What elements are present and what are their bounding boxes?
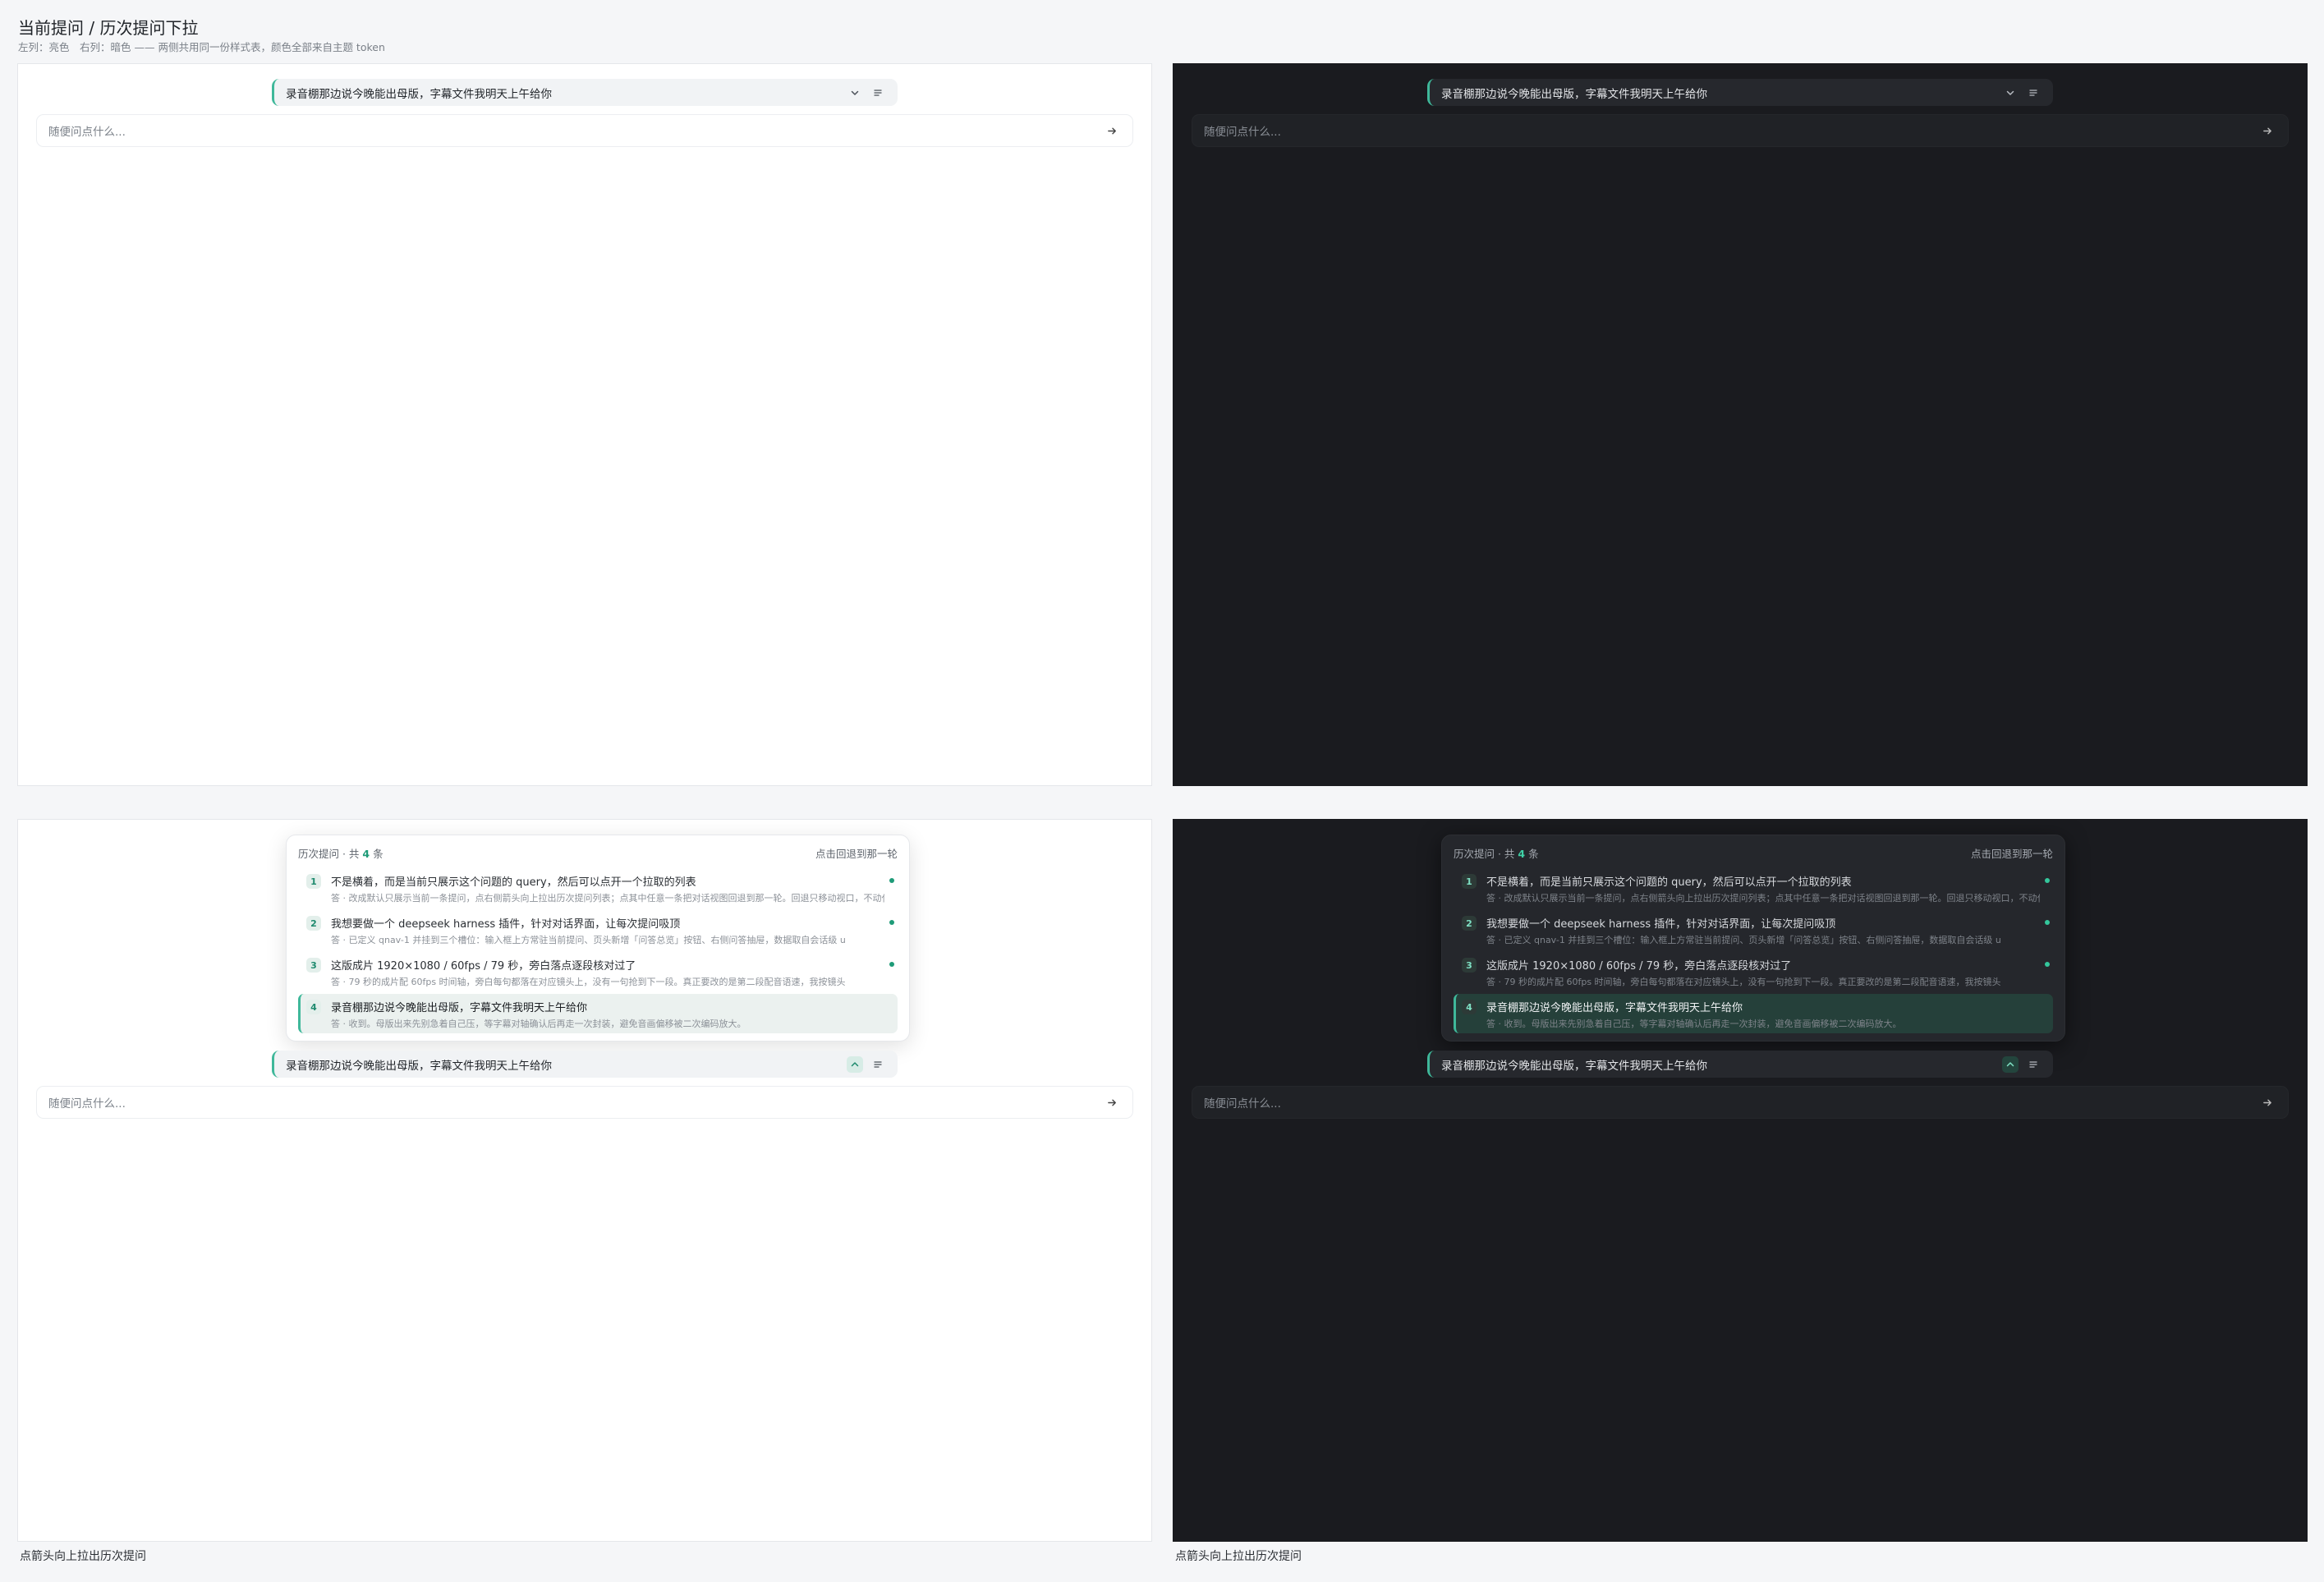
- caption-bottom-left: 点箭头向上拉出历次提问: [20, 1550, 146, 1563]
- list-icon[interactable]: [2025, 85, 2042, 101]
- history-item-question: 我想要做一个 deepseek harness 插件，针对对话界面，让每次提问吸…: [1486, 918, 1836, 931]
- dark-expanded-panel: 历次提问 · 共 4 条 点击回退到那一轮 1 不是横着，而是当前只展示这个问题…: [1173, 819, 2308, 1542]
- history-hint: 点击回退到那一轮: [815, 847, 898, 860]
- history-item-question: 录音棚那边说今晚能出母版，字幕文件我明天上午给你: [1486, 1002, 1743, 1014]
- history-item-answer: 答 · 收到。母版出来先别急着自己压，等字幕对轴确认后再走一次封装，避免音画偏移…: [1486, 1019, 1902, 1029]
- status-dot: [2045, 920, 2050, 925]
- history-item-question: 这版成片 1920×1080 / 60fps / 79 秒，旁白落点逐段核对过了: [1486, 960, 1792, 973]
- chat-input-placeholder: 随便问点什么...: [1204, 1097, 1281, 1111]
- history-dropdown: 历次提问 · 共 4 条 点击回退到那一轮 1 不是横着，而是当前只展示这个问题…: [1441, 835, 2065, 1042]
- current-query-pill[interactable]: 录音棚那边说今晚能出母版，字幕文件我明天上午给你: [272, 79, 898, 106]
- status-dot: [2045, 962, 2050, 967]
- history-item-question: 不是横着，而是当前只展示这个问题的 query，然后可以点开一个拉取的列表: [1486, 876, 1852, 889]
- history-header: 历次提问 · 共 4 条 点击回退到那一轮: [1454, 844, 2053, 862]
- chat-input[interactable]: 随便问点什么...: [36, 114, 1133, 147]
- history-item[interactable]: 3 这版成片 1920×1080 / 60fps / 79 秒，旁白落点逐段核对…: [1454, 952, 2053, 991]
- history-item-question: 不是横着，而是当前只展示这个问题的 query，然后可以点开一个拉取的列表: [331, 876, 696, 889]
- history-item[interactable]: 2 我想要做一个 deepseek harness 插件，针对对话界面，让每次提…: [298, 910, 898, 950]
- history-item-answer: 答 · 已定义 qnav-1 并挂到三个槽位：输入框上方常驻当前提问、页头新增「…: [1486, 935, 2001, 945]
- light-expanded-panel: 历次提问 · 共 4 条 点击回退到那一轮 1 不是横着，而是当前只展示这个问题…: [17, 819, 1152, 1542]
- history-item-answer: 答 · 79 秒的成片配 60fps 时间轴，旁白每句都落在对应镜头上，没有一句…: [331, 977, 846, 987]
- dark-collapsed-panel: 录音棚那边说今晚能出母版，字幕文件我明天上午给你 随便问点什么...: [1173, 63, 2308, 786]
- history-item[interactable]: 1 不是横着，而是当前只展示这个问题的 query，然后可以点开一个拉取的列表 …: [298, 868, 898, 908]
- history-item-number: 2: [1462, 916, 1477, 931]
- chat-input[interactable]: 随便问点什么...: [36, 1086, 1133, 1119]
- history-item-current[interactable]: 4 录音棚那边说今晚能出母版，字幕文件我明天上午给你 答 · 收到。母版出来先别…: [298, 994, 898, 1033]
- history-hint: 点击回退到那一轮: [1970, 847, 2053, 860]
- send-arrow-icon[interactable]: [2258, 122, 2276, 140]
- history-item-answer: 答 · 79 秒的成片配 60fps 时间轴，旁白每句都落在对应镜头上，没有一句…: [1486, 977, 2001, 987]
- history-item-question: 我想要做一个 deepseek harness 插件，针对对话界面，让每次提问吸…: [331, 918, 681, 931]
- chat-input-placeholder: 随便问点什么...: [48, 1097, 126, 1111]
- chevron-up-icon[interactable]: [2002, 1055, 2019, 1073]
- current-query-pill[interactable]: 录音棚那边说今晚能出母版，字幕文件我明天上午给你: [272, 1051, 898, 1078]
- history-item[interactable]: 2 我想要做一个 deepseek harness 插件，针对对话界面，让每次提…: [1454, 910, 2053, 950]
- send-arrow-icon[interactable]: [1103, 1093, 1121, 1111]
- history-item-number: 1: [1462, 874, 1477, 889]
- current-query-text: 录音棚那边说今晚能出母版，字幕文件我明天上午给你: [286, 1059, 552, 1073]
- history-item[interactable]: 3 这版成片 1920×1080 / 60fps / 79 秒，旁白落点逐段核对…: [298, 952, 898, 991]
- list-icon[interactable]: [870, 1056, 886, 1073]
- history-item-number: 4: [1462, 1000, 1477, 1014]
- history-item-answer: 答 · 收到。母版出来先别急着自己压，等字幕对轴确认后再走一次封装，避免音画偏移…: [331, 1019, 746, 1029]
- history-item-number: 1: [306, 874, 321, 889]
- history-title: 历次提问 · 共 4 条: [1454, 847, 1539, 860]
- send-arrow-icon[interactable]: [1103, 122, 1121, 140]
- caption-bottom-right: 点箭头向上拉出历次提问: [1175, 1550, 1302, 1563]
- history-item-number: 3: [1462, 958, 1477, 973]
- status-dot: [889, 878, 894, 883]
- list-icon[interactable]: [2025, 1056, 2042, 1073]
- chat-input[interactable]: 随便问点什么...: [1192, 114, 2289, 147]
- history-count: 4: [362, 847, 370, 860]
- chat-input-placeholder: 随便问点什么...: [1204, 126, 1281, 139]
- current-query-text: 录音棚那边说今晚能出母版，字幕文件我明天上午给你: [1441, 1059, 1707, 1073]
- chat-input[interactable]: 随便问点什么...: [1192, 1086, 2289, 1119]
- history-title: 历次提问 · 共 4 条: [298, 847, 384, 860]
- history-item-current[interactable]: 4 录音棚那边说今晚能出母版，字幕文件我明天上午给你 答 · 收到。母版出来先别…: [1454, 994, 2053, 1033]
- chat-input-placeholder: 随便问点什么...: [48, 126, 126, 139]
- current-query-text: 录音棚那边说今晚能出母版，字幕文件我明天上午给你: [1441, 87, 1707, 101]
- history-count: 4: [1518, 847, 1526, 860]
- status-dot: [889, 920, 894, 925]
- current-query-pill[interactable]: 录音棚那边说今晚能出母版，字幕文件我明天上午给你: [1427, 79, 2053, 106]
- history-dropdown: 历次提问 · 共 4 条 点击回退到那一轮 1 不是横着，而是当前只展示这个问题…: [286, 835, 910, 1042]
- history-item[interactable]: 1 不是横着，而是当前只展示这个问题的 query，然后可以点开一个拉取的列表 …: [1454, 868, 2053, 908]
- list-icon[interactable]: [870, 85, 886, 101]
- chevron-down-icon[interactable]: [847, 85, 863, 101]
- page-title: 当前提问 / 历次提问下拉: [18, 18, 199, 38]
- current-query-pill[interactable]: 录音棚那边说今晚能出母版，字幕文件我明天上午给你: [1427, 1051, 2053, 1078]
- light-collapsed-panel: 录音棚那边说今晚能出母版，字幕文件我明天上午给你 随便问点什么...: [17, 63, 1152, 786]
- history-item-answer: 答 · 已定义 qnav-1 并挂到三个槽位：输入框上方常驻当前提问、页头新增「…: [331, 935, 846, 945]
- current-query-text: 录音棚那边说今晚能出母版，字幕文件我明天上午给你: [286, 87, 552, 101]
- history-item-answer: 答 · 改成默认只展示当前一条提问，点右侧箭头向上拉出历次提问列表；点其中任意一…: [331, 893, 884, 904]
- history-item-number: 4: [306, 1000, 321, 1014]
- send-arrow-icon[interactable]: [2258, 1093, 2276, 1111]
- history-header: 历次提问 · 共 4 条 点击回退到那一轮: [298, 844, 898, 862]
- history-item-question: 这版成片 1920×1080 / 60fps / 79 秒，旁白落点逐段核对过了: [331, 960, 636, 973]
- history-item-number: 3: [306, 958, 321, 973]
- history-item-number: 2: [306, 916, 321, 931]
- status-dot: [889, 962, 894, 967]
- history-item-answer: 答 · 改成默认只展示当前一条提问，点右侧箭头向上拉出历次提问列表；点其中任意一…: [1486, 893, 2040, 904]
- page-subtitle: 左列：亮色 右列：暗色 —— 两侧共用同一份样式表，颜色全部来自主题 token: [18, 41, 385, 53]
- chevron-down-icon[interactable]: [2002, 85, 2019, 101]
- history-item-question: 录音棚那边说今晚能出母版，字幕文件我明天上午给你: [331, 1002, 588, 1014]
- chevron-up-icon[interactable]: [847, 1055, 863, 1073]
- status-dot: [2045, 878, 2050, 883]
